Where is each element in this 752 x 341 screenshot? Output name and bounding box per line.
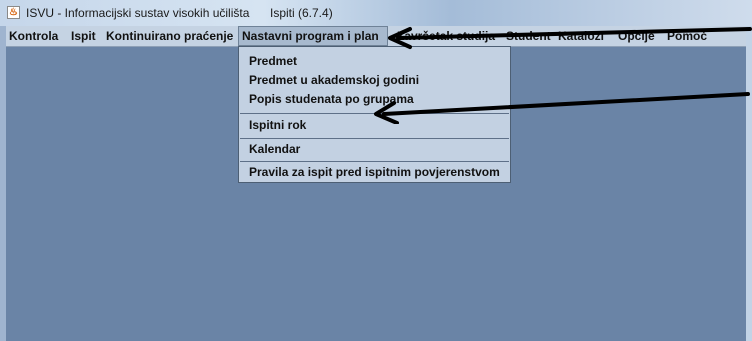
dropdown-item-pravila-za-ispit[interactable]: Pravila za ispit pred ispitnim povjerens… <box>240 163 509 181</box>
menu-kontinuirano-pracenje[interactable]: Kontinuirano praćenje <box>103 26 236 46</box>
application-window: ♨ ISVU - Informacijski sustav visokih uč… <box>0 0 752 341</box>
dropdown-item-predmet-u-akademskoj-godini[interactable]: Predmet u akademskoj godini <box>240 71 509 89</box>
dropdown-separator <box>240 138 509 139</box>
menu-nastavni-program-i-plan[interactable]: Nastavni program i plan <box>238 26 388 46</box>
dropdown-item-predmet[interactable]: Predmet <box>240 52 509 70</box>
window-subtitle: Ispiti (6.7.4) <box>270 6 333 20</box>
window-title: ISVU - Informacijski sustav visokih učil… <box>26 6 250 20</box>
java-app-icon: ♨ <box>7 6 20 19</box>
annotation-arrow-popis <box>374 92 750 124</box>
title-bar[interactable]: ♨ ISVU - Informacijski sustav visokih uč… <box>0 0 752 26</box>
dropdown-separator <box>240 161 509 162</box>
annotation-arrow-menu <box>388 27 752 49</box>
menu-ispit[interactable]: Ispit <box>68 26 99 46</box>
dropdown-item-kalendar[interactable]: Kalendar <box>240 140 509 158</box>
menu-kontrola[interactable]: Kontrola <box>6 26 61 46</box>
